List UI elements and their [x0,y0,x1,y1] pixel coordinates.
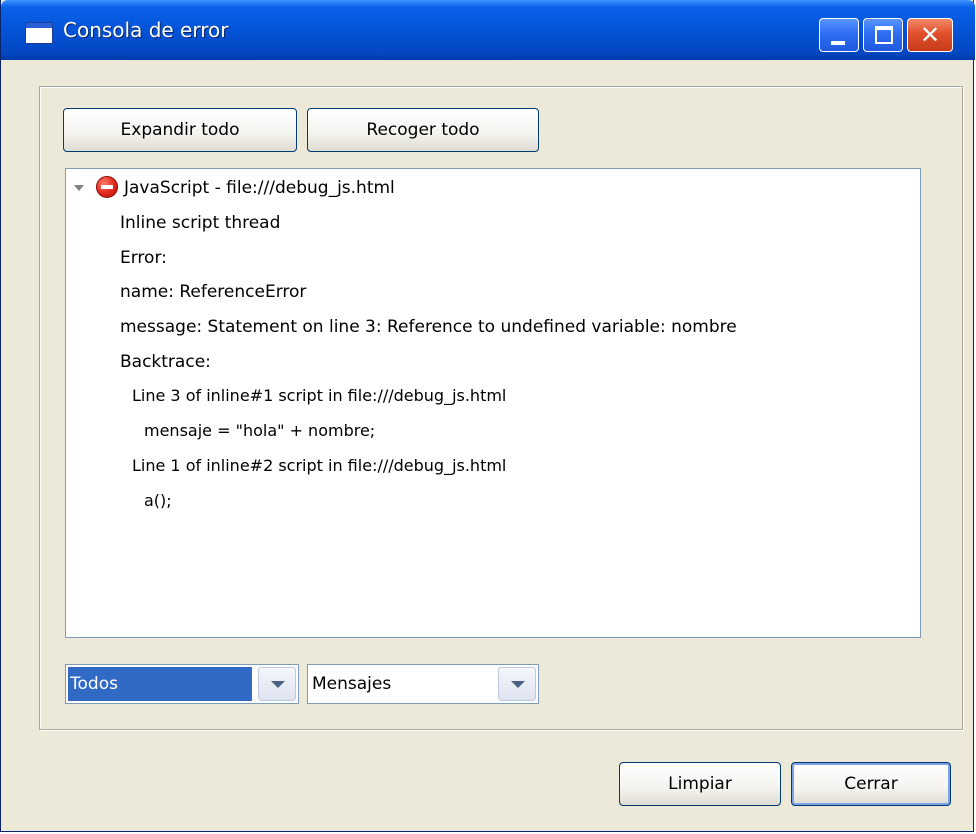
close-icon: ✕ [919,21,941,49]
tree-root-label: JavaScript - file:///debug_js.html [124,178,395,198]
clear-button[interactable]: Limpiar [619,762,781,806]
minimize-button[interactable] [819,18,859,52]
tree-root-item[interactable]: JavaScript - file:///debug_js.html [66,173,916,203]
minimize-icon [820,19,858,51]
tree-line: Backtrace: [120,352,211,372]
title-bar[interactable]: Consola de error ✕ [1,0,975,60]
error-console-window: Consola de error ✕ Expandir todo Recoger… [0,0,975,832]
error-icon [96,176,118,198]
tree-line: Line 3 of inline#1 script in file:///deb… [132,386,507,405]
source-filter-select[interactable]: Todos [65,664,299,704]
chevron-down-icon[interactable] [74,185,84,191]
tree-line: Error: [120,248,167,268]
maximize-button[interactable] [863,18,903,52]
window-icon [25,22,53,44]
maximize-icon [864,19,902,51]
chevron-down-icon[interactable] [258,667,296,701]
tree-line: Line 1 of inline#2 script in file:///deb… [132,456,507,475]
collapse-all-button[interactable]: Recoger todo [307,108,539,152]
tree-line: name: ReferenceError [120,282,307,302]
type-filter-select[interactable]: Mensajes [307,664,539,704]
window-title: Consola de error [63,18,229,42]
chevron-down-icon[interactable] [498,667,536,701]
error-tree-view[interactable]: JavaScript - file:///debug_js.html Inlin… [65,168,921,638]
tree-line: message: Statement on line 3: Reference … [120,317,737,337]
close-button[interactable]: Cerrar [791,762,951,806]
tree-line: a(); [144,491,172,510]
tree-line: mensaje = "hola" + nombre; [144,421,376,440]
source-filter-value: Todos [68,667,252,701]
type-filter-value: Mensajes [312,674,392,694]
close-window-button[interactable]: ✕ [907,18,953,52]
tree-line: Inline script thread [120,213,281,233]
expand-all-button[interactable]: Expandir todo [63,108,297,152]
